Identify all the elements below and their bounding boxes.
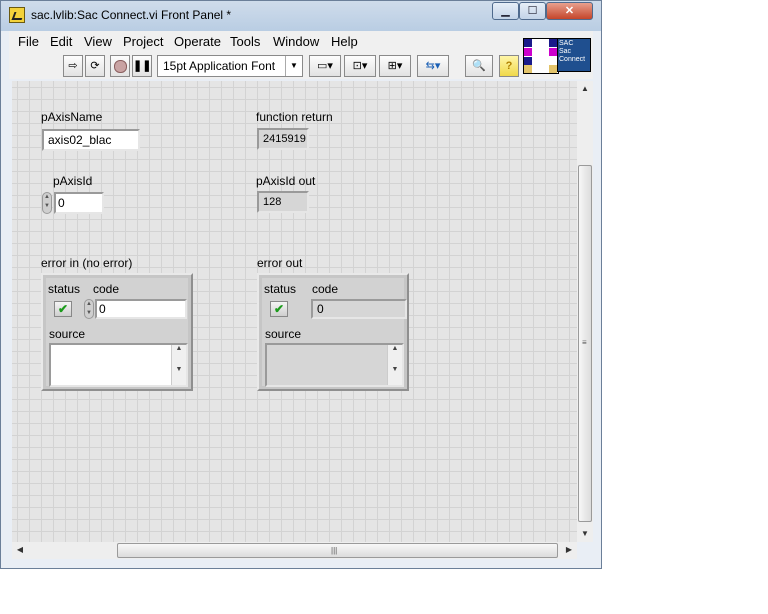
distribute-objects-icon[interactable]: ⊡▾: [344, 55, 376, 77]
menu-operate[interactable]: Operate: [174, 34, 221, 49]
run-continuously-icon[interactable]: ⟳: [85, 55, 105, 77]
error-out-status-indicator: ✔: [270, 301, 288, 317]
error-out-cluster-body: status code ✔ 0 source ▲ ▼: [262, 278, 407, 387]
terminal-cell: [524, 39, 532, 47]
scrollbar[interactable]: ▲ ▼: [171, 345, 186, 385]
title-bar[interactable]: sac.lvlib:Sac Connect.vi Front Panel * ▁…: [1, 1, 601, 31]
pause-icon[interactable]: ❚❚: [132, 55, 152, 77]
menu-view[interactable]: View: [84, 34, 112, 49]
scroll-left-icon[interactable]: ◀: [13, 543, 27, 557]
vi-icon-text: Connect: [559, 56, 586, 63]
paxisid-numeric-input[interactable]: 0: [54, 192, 104, 214]
menu-project[interactable]: Project: [123, 34, 163, 49]
labview-front-panel-window: sac.lvlib:Sac Connect.vi Front Panel * ▁…: [0, 0, 602, 569]
error-in-status-checkbox[interactable]: ✔: [54, 301, 72, 317]
paxisname-input[interactable]: axis02_blac: [42, 129, 140, 151]
paxisname-label: pAxisName: [41, 110, 103, 124]
paxisid-out-label: pAxisId out: [256, 174, 316, 188]
error-in-status-label: status: [48, 282, 81, 296]
close-button[interactable]: ✕: [546, 2, 593, 20]
function-return-indicator: 2415919: [257, 128, 309, 150]
scroll-down-icon[interactable]: ▼: [578, 527, 592, 541]
vertical-scrollbar[interactable]: ▲ ≡ ▼: [577, 81, 593, 542]
terminal-cell: [549, 39, 557, 47]
error-in-code-label: code: [93, 282, 120, 296]
menu-edit[interactable]: Edit: [50, 34, 72, 49]
error-in-cluster: status code ✔ ▲ ▼ 0 source ▲ ▼: [41, 273, 193, 391]
error-out-source-label: source: [265, 327, 302, 341]
toolbar: ⇨ ⟳ ❚❚ 15pt Application Font ▼ ▭▾ ⊡▾ ⊞▾ …: [9, 53, 593, 79]
maximize-button[interactable]: ☐: [519, 2, 546, 20]
front-panel-grid[interactable]: pAxisName axis02_blac function return 24…: [12, 81, 577, 542]
window-title: sac.lvlib:Sac Connect.vi Front Panel *: [31, 8, 232, 22]
menu-window[interactable]: Window: [273, 34, 319, 49]
error-in-label: error in (no error): [41, 256, 133, 270]
menu-bar: File Edit View Project Operate Tools Win…: [9, 31, 593, 53]
scrollbar[interactable]: ▲ ▼: [387, 345, 402, 385]
chevron-down-icon: ▼: [285, 56, 302, 76]
terminal-cell: [524, 57, 532, 65]
font-selector[interactable]: 15pt Application Font ▼: [157, 55, 303, 77]
menu-help[interactable]: Help: [331, 34, 358, 49]
grip-icon: ≡: [582, 338, 587, 347]
increment-decrement-icon[interactable]: ▲ ▼: [84, 299, 94, 319]
abort-icon[interactable]: [110, 55, 130, 77]
vertical-scroll-thumb[interactable]: ≡: [578, 165, 592, 522]
error-in-source-label: source: [49, 327, 86, 341]
vi-icon-text: Sac: [559, 48, 572, 55]
search-icon[interactable]: 🔍: [465, 55, 493, 77]
menu-file[interactable]: File: [18, 34, 39, 49]
terminal-cell: [524, 48, 532, 56]
connector-pane: [523, 38, 559, 74]
grip-icon: |||: [331, 546, 338, 555]
error-in-cluster-body: status code ✔ ▲ ▼ 0 source ▲ ▼: [46, 278, 188, 387]
font-selector-value: 15pt Application Font: [163, 59, 276, 73]
paxisid-out-indicator: 128: [257, 191, 309, 213]
terminal-cell: [524, 65, 532, 73]
error-out-label: error out: [257, 256, 303, 270]
menu-tools[interactable]: Tools: [230, 34, 260, 49]
terminal-cell: [549, 48, 557, 56]
error-out-cluster: status code ✔ 0 source ▲ ▼: [257, 273, 409, 391]
error-in-source-textbox[interactable]: ▲ ▼: [49, 343, 188, 387]
vi-icon-text: SAC: [559, 40, 574, 47]
error-in-code-input[interactable]: 0: [95, 299, 187, 319]
resize-objects-icon[interactable]: ⊞▾: [379, 55, 411, 77]
minimize-button[interactable]: ▁: [492, 2, 519, 20]
horizontal-scrollbar[interactable]: ◀ ||| ▶: [12, 542, 577, 559]
scroll-up-icon[interactable]: ▲: [578, 82, 592, 96]
terminal-cell: [549, 65, 557, 73]
increment-decrement-icon[interactable]: ▲ ▼: [42, 192, 52, 214]
error-out-code-label: code: [312, 282, 339, 296]
align-objects-icon[interactable]: ▭▾: [309, 55, 341, 77]
function-return-label: function return: [256, 110, 333, 124]
error-out-code-indicator: 0: [311, 299, 407, 319]
run-arrow-icon[interactable]: ⇨: [63, 55, 83, 77]
context-help-icon[interactable]: ?: [499, 55, 519, 77]
scroll-right-icon[interactable]: ▶: [562, 543, 576, 557]
horizontal-scroll-thumb[interactable]: |||: [117, 543, 558, 558]
vi-icon-label: SAC Sac Connect: [557, 38, 591, 72]
error-out-status-label: status: [264, 282, 297, 296]
error-out-source-indicator: ▲ ▼: [265, 343, 404, 387]
reorder-icon[interactable]: ⇆▾: [417, 55, 449, 77]
labview-vi-icon: [9, 7, 25, 23]
paxisid-label: pAxisId: [53, 174, 93, 188]
vi-icon-connector-pane[interactable]: SAC Sac Connect: [523, 38, 591, 74]
